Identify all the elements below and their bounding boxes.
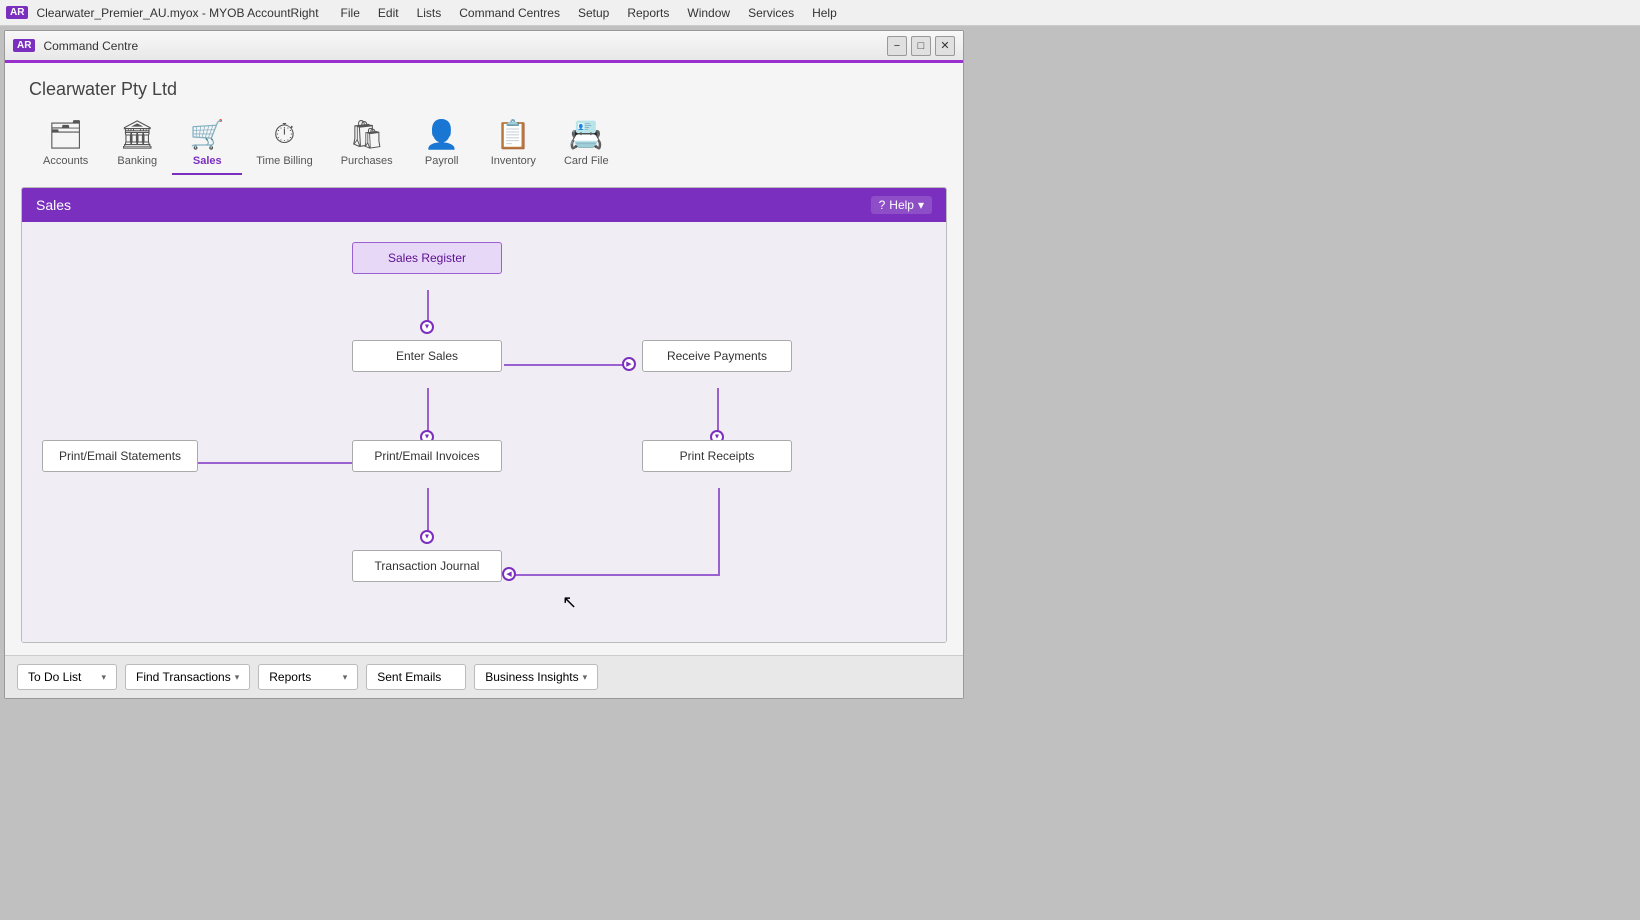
title-bar-controls: − □ ✕ bbox=[887, 36, 955, 56]
sales-register-button[interactable]: Sales Register bbox=[352, 242, 502, 274]
main-window: AR Command Centre − □ ✕ Clearwater Pty L… bbox=[4, 30, 964, 699]
help-button[interactable]: ? Help ▾ bbox=[871, 196, 932, 214]
module-time-billing[interactable]: ⏱ Time Billing bbox=[242, 112, 326, 175]
question-icon: ? bbox=[879, 198, 886, 212]
to-do-list-button[interactable]: To Do List ▾ bbox=[17, 664, 117, 690]
purchases-icon: 🛍 bbox=[349, 118, 385, 151]
module-banking[interactable]: 🏛 Banking bbox=[102, 112, 172, 175]
find-transactions-dropdown-icon[interactable]: ▾ bbox=[235, 672, 240, 683]
menu-bar: AR Clearwater_Premier_AU.myox - MYOB Acc… bbox=[0, 0, 1640, 26]
menu-edit[interactable]: Edit bbox=[370, 4, 407, 22]
line-sr-to-es bbox=[427, 290, 429, 322]
line-tj-to-pr-bottom bbox=[504, 574, 719, 576]
card-file-icon: 📇 bbox=[569, 118, 604, 151]
restore-button[interactable]: □ bbox=[911, 36, 931, 56]
line-right-vertical bbox=[718, 488, 720, 576]
module-nav: 🗂 Accounts 🏛 Banking 🛒 Sales ⏱ Time Bill… bbox=[5, 108, 963, 175]
menu-setup[interactable]: Setup bbox=[570, 4, 617, 22]
time-billing-icon: ⏱ bbox=[274, 118, 296, 151]
sales-header: Sales ? Help ▾ bbox=[22, 188, 946, 222]
module-purchases[interactable]: 🛍 Purchases bbox=[327, 112, 407, 175]
accounts-icon: 🗂 bbox=[48, 118, 84, 151]
menu-command-centres[interactable]: Command Centres bbox=[451, 4, 568, 22]
module-sales-label: Sales bbox=[193, 155, 222, 167]
close-button[interactable]: ✕ bbox=[935, 36, 955, 56]
arrow-es-rp bbox=[622, 357, 636, 371]
title-bar-icon: AR bbox=[13, 39, 35, 52]
to-do-list-dropdown-icon[interactable]: ▾ bbox=[101, 672, 106, 683]
line-pei-to-pes bbox=[172, 462, 354, 464]
sales-title: Sales bbox=[36, 197, 71, 213]
module-card-file-label: Card File bbox=[564, 155, 609, 167]
inventory-icon: 📋 bbox=[496, 118, 531, 151]
menu-window[interactable]: Window bbox=[679, 4, 738, 22]
arrow-pei-tj bbox=[420, 530, 434, 544]
arrow-tj-right bbox=[502, 567, 516, 581]
line-pei-to-tj bbox=[427, 488, 429, 532]
module-sales[interactable]: 🛒 Sales bbox=[172, 112, 242, 175]
sales-icon: 🛒 bbox=[190, 118, 225, 151]
module-banking-label: Banking bbox=[117, 155, 157, 167]
app-title: Clearwater_Premier_AU.myox - MYOB Accoun… bbox=[36, 6, 318, 20]
module-purchases-label: Purchases bbox=[341, 155, 393, 167]
module-payroll-label: Payroll bbox=[425, 155, 459, 167]
business-insights-label: Business Insights bbox=[485, 670, 578, 684]
sent-emails-label: Sent Emails bbox=[377, 670, 441, 684]
title-bar: AR Command Centre − □ ✕ bbox=[5, 31, 963, 63]
line-es-to-rp bbox=[504, 364, 624, 366]
module-accounts[interactable]: 🗂 Accounts bbox=[29, 112, 102, 175]
module-card-file[interactable]: 📇 Card File bbox=[550, 112, 623, 175]
flow-diagram: Sales Register Enter Sales Receive Payme… bbox=[22, 222, 946, 642]
minimize-button[interactable]: − bbox=[887, 36, 907, 56]
module-time-billing-label: Time Billing bbox=[256, 155, 312, 167]
module-payroll[interactable]: 👤 Payroll bbox=[407, 112, 477, 175]
module-inventory-label: Inventory bbox=[491, 155, 536, 167]
enter-sales-button[interactable]: Enter Sales bbox=[352, 340, 502, 372]
help-label: Help bbox=[889, 198, 914, 212]
module-accounts-label: Accounts bbox=[43, 155, 88, 167]
title-bar-text: Command Centre bbox=[43, 39, 887, 53]
to-do-list-label: To Do List bbox=[28, 670, 81, 684]
bottom-toolbar: To Do List ▾ Find Transactions ▾ Reports… bbox=[5, 655, 963, 698]
business-insights-button[interactable]: Business Insights ▾ bbox=[474, 664, 598, 690]
menu-help[interactable]: Help bbox=[804, 4, 845, 22]
arrow-sr-es bbox=[420, 320, 434, 334]
sales-panel: Sales ? Help ▾ Sales Register Enter Sale… bbox=[21, 187, 947, 643]
menu-lists[interactable]: Lists bbox=[409, 4, 450, 22]
reports-button[interactable]: Reports ▾ bbox=[258, 664, 358, 690]
line-es-to-pei bbox=[427, 388, 429, 432]
reports-dropdown-icon[interactable]: ▾ bbox=[343, 672, 348, 683]
payroll-icon: 👤 bbox=[424, 118, 459, 151]
mouse-cursor: ↖ bbox=[562, 592, 577, 613]
company-name: Clearwater Pty Ltd bbox=[5, 63, 963, 108]
menu-reports[interactable]: Reports bbox=[619, 4, 677, 22]
business-insights-dropdown-icon[interactable]: ▾ bbox=[583, 672, 588, 683]
menu-file[interactable]: File bbox=[333, 4, 368, 22]
banking-icon: 🏛 bbox=[119, 118, 155, 151]
print-email-statements-button[interactable]: Print/Email Statements bbox=[42, 440, 198, 472]
reports-label: Reports bbox=[269, 670, 311, 684]
find-transactions-label: Find Transactions bbox=[136, 670, 231, 684]
line-rp-to-pr bbox=[717, 388, 719, 432]
menu-services[interactable]: Services bbox=[740, 4, 802, 22]
sent-emails-button[interactable]: Sent Emails bbox=[366, 664, 466, 690]
app-icon: AR bbox=[6, 6, 28, 19]
print-receipts-button[interactable]: Print Receipts bbox=[642, 440, 792, 472]
module-inventory[interactable]: 📋 Inventory bbox=[477, 112, 550, 175]
find-transactions-button[interactable]: Find Transactions ▾ bbox=[125, 664, 250, 690]
receive-payments-button[interactable]: Receive Payments bbox=[642, 340, 792, 372]
help-dropdown-icon: ▾ bbox=[918, 198, 924, 212]
print-email-invoices-button[interactable]: Print/Email Invoices bbox=[352, 440, 502, 472]
transaction-journal-button[interactable]: Transaction Journal bbox=[352, 550, 502, 582]
